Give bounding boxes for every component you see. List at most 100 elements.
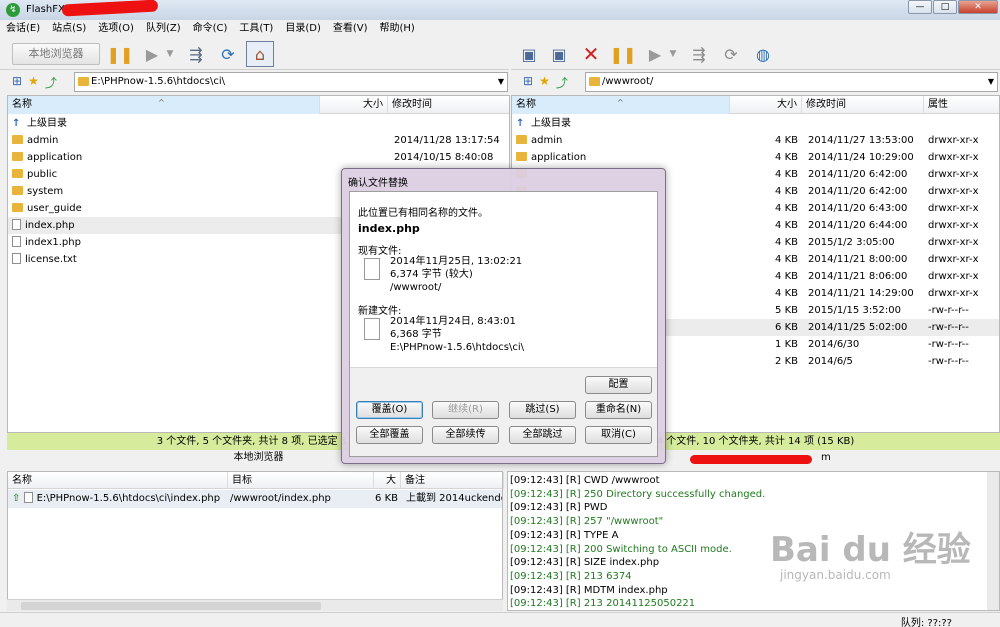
- resume-button[interactable]: 继续(R): [432, 401, 499, 419]
- globe-icon[interactable]: ◍: [749, 41, 777, 67]
- overwrite-button[interactable]: 覆盖(O): [356, 401, 423, 419]
- queue-item[interactable]: ⇧ E:\PHPnow-1.5.6\htdocs\ci\index.php /w…: [8, 490, 502, 508]
- file-attributes: -rw-r--r--: [928, 305, 969, 316]
- file-modified: 2014/11/24 10:29:00: [808, 152, 914, 163]
- tree-icon[interactable]: ⊞: [523, 74, 533, 91]
- menu-session[interactable]: 会话(E): [0, 20, 46, 38]
- left-path-bar: ⊞ ★ ⤴ E:\PHPnow-1.5.6\htdocs\ci\ ▼: [0, 71, 509, 93]
- rename-button[interactable]: 重命名(N): [585, 401, 652, 419]
- abort-icon[interactable]: ✕: [577, 41, 605, 67]
- transfer-icon[interactable]: ⇶: [182, 41, 210, 67]
- file-size: 4 KB: [775, 135, 798, 146]
- file-attributes: -rw-r--r--: [928, 356, 969, 367]
- column-name[interactable]: 名称 ^: [512, 96, 730, 114]
- file-row[interactable]: application 2014/10/15 8:40:08: [8, 149, 509, 166]
- menu-sites[interactable]: 站点(S): [46, 20, 92, 38]
- file-row[interactable]: ↑ 上级目录: [8, 115, 509, 132]
- folder-icon: [516, 152, 527, 161]
- resume-all-button[interactable]: 全部续传: [432, 426, 499, 444]
- dialog-body: 此位置已有相同名称的文件。 index.php 现有文件: 2014年11月25…: [349, 191, 658, 457]
- confirm-replace-dialog: 确认文件替换 此位置已有相同名称的文件。 index.php 现有文件: 201…: [341, 168, 666, 464]
- pause-icon[interactable]: ❚❚: [106, 41, 134, 67]
- column-size[interactable]: 大小: [730, 96, 802, 114]
- home-icon[interactable]: ⌂: [246, 41, 274, 67]
- menu-directory[interactable]: 目录(D): [279, 20, 327, 38]
- favorites-star-icon[interactable]: ★: [28, 74, 39, 91]
- refresh-icon[interactable]: ⟳: [717, 41, 745, 67]
- baidu-watermark-url: jingyan.baidu.com: [780, 568, 891, 582]
- column-modified[interactable]: 修改时间: [802, 96, 924, 114]
- play-dropdown-icon[interactable]: ▼: [665, 41, 681, 67]
- log-line: [09:12:43] [R] SIZE index.php: [510, 557, 660, 569]
- queue-header: 名称 目标 大小 备注: [8, 472, 504, 503]
- left-path-input[interactable]: E:\PHPnow-1.5.6\htdocs\ci\ ▼: [74, 72, 508, 92]
- favorites-star-icon[interactable]: ★: [539, 74, 550, 91]
- file-size: 4 KB: [775, 237, 798, 248]
- cancel-button[interactable]: 取消(C): [585, 426, 652, 444]
- file-row[interactable]: ↑ 上级目录: [512, 115, 999, 132]
- file-icon: [12, 219, 21, 230]
- transfer-icon[interactable]: ⇶: [685, 41, 713, 67]
- config-button[interactable]: 配置: [585, 376, 652, 394]
- column-size[interactable]: 大小: [320, 96, 388, 114]
- status-redaction: [690, 455, 812, 464]
- dialog-title: 确认文件替换: [348, 178, 408, 189]
- queue-column-name[interactable]: 名称: [8, 472, 228, 489]
- file-modified: 2014/10/15 8:40:08: [394, 152, 494, 163]
- disconnect-icon[interactable]: ▣: [545, 41, 573, 67]
- refresh-icon[interactable]: ⟳: [214, 41, 242, 67]
- log-vertical-scrollbar[interactable]: [987, 472, 999, 610]
- connect-icon[interactable]: ▣: [515, 41, 543, 67]
- queue-column-target[interactable]: 目标: [228, 472, 374, 489]
- up-arrow-icon[interactable]: ⤴: [45, 74, 57, 91]
- dialog-filename: index.php: [358, 222, 420, 235]
- file-attributes: drwxr-xr-x: [928, 152, 979, 163]
- file-icon: [12, 253, 21, 264]
- up-arrow-icon[interactable]: ⤴: [556, 74, 568, 91]
- file-name-text: 上级目录: [27, 118, 67, 129]
- right-path-input[interactable]: /wwwroot/ ▼: [585, 72, 998, 92]
- queue-item-name: ⇧ E:\PHPnow-1.5.6\htdocs\ci\index.php: [12, 490, 220, 508]
- queue-column-note[interactable]: 备注: [401, 472, 504, 489]
- menu-options[interactable]: 选项(O): [92, 20, 140, 38]
- play-dropdown-icon[interactable]: ▼: [162, 41, 178, 67]
- queue-status: 队列: ??:??: [900, 618, 952, 627]
- close-button[interactable]: ✕: [958, 0, 998, 14]
- queue-column-size[interactable]: 大小: [374, 472, 401, 503]
- skip-all-button[interactable]: 全部跳过: [509, 426, 576, 444]
- tree-icon[interactable]: ⊞: [12, 74, 22, 91]
- file-modified: 2015/1/2 3:05:00: [808, 237, 895, 248]
- maximize-button[interactable]: □: [933, 0, 957, 14]
- menu-queue[interactable]: 队列(Z): [140, 20, 187, 38]
- local-browser-button[interactable]: 本地浏览器: [12, 43, 100, 65]
- title-redaction: [61, 0, 159, 17]
- file-size: 5 KB: [775, 305, 798, 316]
- column-attributes[interactable]: 属性: [924, 96, 999, 114]
- parent-directory-icon: ↑: [516, 118, 525, 129]
- file-modified: 2014/6/30: [808, 339, 860, 350]
- file-row[interactable]: admin 2014/11/28 13:17:54: [8, 132, 509, 149]
- scrollbar-thumb[interactable]: [21, 602, 321, 610]
- chevron-down-icon[interactable]: ▼: [498, 73, 504, 91]
- menu-view[interactable]: 查看(V): [327, 20, 374, 38]
- overwrite-all-button[interactable]: 全部覆盖: [356, 426, 423, 444]
- pause-icon[interactable]: ❚❚: [609, 41, 637, 67]
- skip-button[interactable]: 跳过(S): [509, 401, 576, 419]
- chevron-down-icon[interactable]: ▼: [988, 73, 994, 91]
- minimize-button[interactable]: —: [908, 0, 932, 14]
- file-name-text: system: [27, 186, 64, 197]
- column-modified[interactable]: 修改时间: [388, 96, 509, 114]
- queue-item-note: 上載到 2014uckendo: [406, 493, 502, 504]
- file-row[interactable]: admin 4 KB 2014/11/27 13:53:00 drwxr-xr-x: [512, 132, 999, 149]
- queue-horizontal-scrollbar[interactable]: [7, 599, 503, 611]
- menu-commands[interactable]: 命令(C): [187, 20, 234, 38]
- column-name[interactable]: 名称 ^: [8, 96, 320, 114]
- file-icon: [23, 492, 33, 503]
- menu-tools[interactable]: 工具(T): [233, 20, 279, 38]
- file-row[interactable]: application 4 KB 2014/11/24 10:29:00 drwxr-…: [512, 149, 999, 166]
- new-file-size: 6,368 字节: [390, 329, 442, 340]
- file-attributes: -rw-r--r--: [928, 322, 969, 333]
- dialog-message: 此位置已有相同名称的文件。: [358, 208, 488, 219]
- file-modified: 2014/11/20 6:43:00: [808, 203, 908, 214]
- menu-help[interactable]: 帮助(H): [374, 20, 421, 38]
